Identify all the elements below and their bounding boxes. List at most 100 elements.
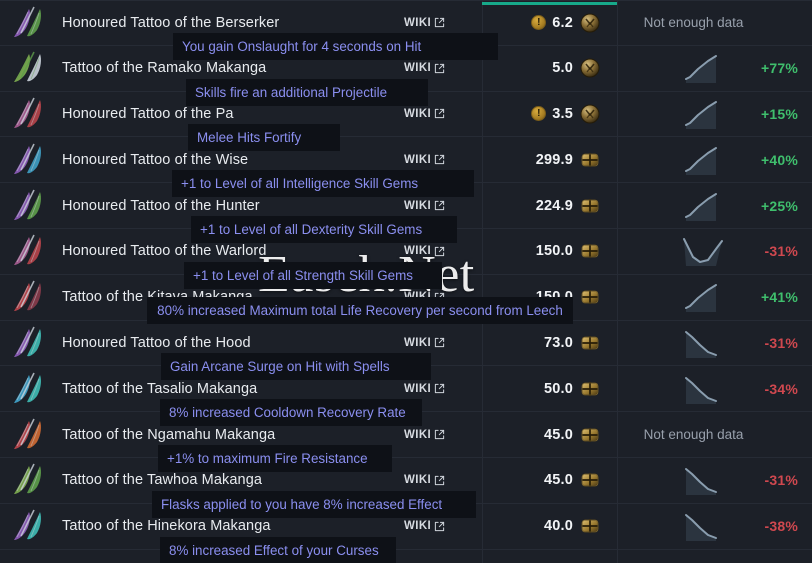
wiki-label: WIKI [404,107,432,120]
item-name: Tattoo of the Tawhoa Makanga [62,472,263,489]
sparkline-chart[interactable] [676,465,732,496]
item-name-cell[interactable]: Tattoo of the Kitava Makanga [56,275,404,320]
price-table: Honoured Tattoo of the Berserker WIKI! 6.2… [0,0,812,550]
item-icon-cell [0,275,56,320]
table-row[interactable]: Honoured Tattoo of the Hunter WIKI 224.9 +2… [0,183,812,229]
item-name-cell[interactable]: Tattoo of the Hinekora Makanga [56,504,404,549]
price-cell: 299.9 [482,137,617,182]
item-name-cell[interactable]: Honoured Tattoo of the Berserker [56,1,404,45]
item-name-cell[interactable]: Tattoo of the Tawhoa Makanga [56,458,404,503]
divine-orb-icon [581,152,599,167]
table-row[interactable]: Tattoo of the Ramako Makanga WIKI 5.0 +77% [0,46,812,92]
price-change-percent: -31% [764,243,798,260]
trend-cell: +40% [617,137,812,182]
wiki-label: WIKI [404,199,432,212]
table-row[interactable]: Tattoo of the Tawhoa Makanga WIKI 45.0 -31% [0,458,812,504]
price-value: 6.2 [552,14,573,31]
table-row[interactable]: Honoured Tattoo of the Berserker WIKI! 6.2… [0,0,812,46]
external-link-icon [435,521,445,531]
wiki-link[interactable]: WIKI [404,154,445,166]
table-row[interactable]: Honoured Tattoo of the Pa WIKI! 3.5 +15% [0,92,812,138]
price-cell: ! 6.2 [482,1,617,45]
item-name-cell[interactable]: Honoured Tattoo of the Warlord [56,229,404,274]
no-data-label: Not enough data [643,15,744,31]
price-change-percent: -31% [764,472,798,489]
sparkline-chart[interactable] [676,236,732,267]
wiki-link[interactable]: WIKI [404,62,445,74]
table-row[interactable]: Tattoo of the Tasalio Makanga WIKI 50.0 -34… [0,366,812,413]
tattoo-icon-warlord [14,235,41,266]
price-cell: 224.9 [482,183,617,228]
external-link-icon [435,292,445,302]
sparkline-chart[interactable] [676,374,732,404]
wiki-label: WIKI [404,336,432,349]
wiki-link[interactable]: WIKI [404,200,445,212]
price-cell: 150.0 [482,275,617,320]
sparkline-chart[interactable] [676,328,732,358]
price-value: 50.0 [543,380,573,397]
sparkline-chart[interactable] [676,282,732,313]
item-name: Honoured Tattoo of the Hunter [62,197,260,214]
table-row[interactable]: Honoured Tattoo of the Warlord WIKI 150.0 -… [0,229,812,275]
sparkline-up-icon [685,100,717,129]
price-value: 73.0 [543,334,573,351]
wiki-link[interactable]: WIKI [404,383,445,395]
wiki-cell: WIKI [404,229,482,274]
table-row[interactable]: Tattoo of the Ngamahu Makanga WIKI 45.0 Not… [0,412,812,458]
table-row[interactable]: Honoured Tattoo of the Wise WIKI 299.9 +40% [0,137,812,184]
table-row[interactable]: Tattoo of the Kitava Makanga WIKI 150.0 +41… [0,275,812,321]
sparkline-chart[interactable] [676,511,732,542]
wiki-label: WIKI [404,520,432,533]
item-name: Tattoo of the Ngamahu Makanga [62,426,276,443]
sparkline-chart[interactable] [676,53,732,84]
item-name-cell[interactable]: Honoured Tattoo of the Pa [56,92,404,137]
low-confidence-warning-icon[interactable]: ! [531,15,547,31]
wiki-cell: WIKI [404,92,482,137]
sparkline-down-icon [685,376,717,404]
item-name-cell[interactable]: Tattoo of the Tasalio Makanga [56,366,404,411]
wiki-link[interactable]: WIKI [404,429,445,441]
price-value: 3.5 [552,105,573,122]
sparkline-down-icon [685,468,717,496]
price-cell: 73.0 [482,321,617,366]
external-link-icon [435,200,445,211]
wiki-link[interactable]: WIKI [404,337,445,349]
item-name-cell[interactable]: Honoured Tattoo of the Wise [56,137,404,182]
item-icon-cell [0,92,56,137]
wiki-link[interactable]: WIKI [404,291,445,303]
divine-orb-icon [581,473,599,488]
wiki-label: WIKI [404,382,432,395]
low-confidence-warning-icon[interactable]: ! [531,106,547,122]
external-link-icon [435,429,445,440]
wiki-label: WIKI [404,428,432,441]
item-name: Honoured Tattoo of the Warlord [62,243,267,260]
item-name: Tattoo of the Ramako Makanga [62,60,267,77]
sparkline-chart[interactable] [676,99,732,129]
item-name: Honoured Tattoo of the Berserker [62,14,280,31]
price-cell: 50.0 [482,366,617,411]
wiki-link[interactable]: WIKI [404,245,445,257]
external-link-icon [435,155,445,165]
wiki-link[interactable]: WIKI [404,474,445,486]
sparkline-chart[interactable] [676,191,732,221]
item-name-cell[interactable]: Tattoo of the Ngamahu Makanga [56,412,404,457]
sparkline-up-icon [685,284,717,313]
price-value: 150.0 [535,243,573,260]
sparkline-chart[interactable] [676,145,732,175]
item-name-cell[interactable]: Honoured Tattoo of the Hood [56,321,404,366]
table-row[interactable]: Tattoo of the Hinekora Makanga WIKI 40.0 -3… [0,504,812,550]
wiki-cell: WIKI [404,458,482,503]
trend-cell: +77% [617,46,812,91]
divine-orb-icon [581,244,599,259]
item-name-cell[interactable]: Honoured Tattoo of the Hunter [56,183,404,228]
table-row[interactable]: Honoured Tattoo of the Hood WIKI 73.0 -31% [0,321,812,367]
trend-cell: -31% [617,458,812,503]
item-name-cell[interactable]: Tattoo of the Ramako Makanga [56,46,404,91]
wiki-cell: WIKI [404,275,482,320]
price-cell: 150.0 [482,229,617,274]
wiki-link[interactable]: WIKI [404,520,445,532]
wiki-link[interactable]: WIKI [404,108,445,120]
divine-orb-icon [581,427,599,442]
trend-cell: Not enough data [617,412,812,457]
wiki-link[interactable]: WIKI [404,17,445,29]
